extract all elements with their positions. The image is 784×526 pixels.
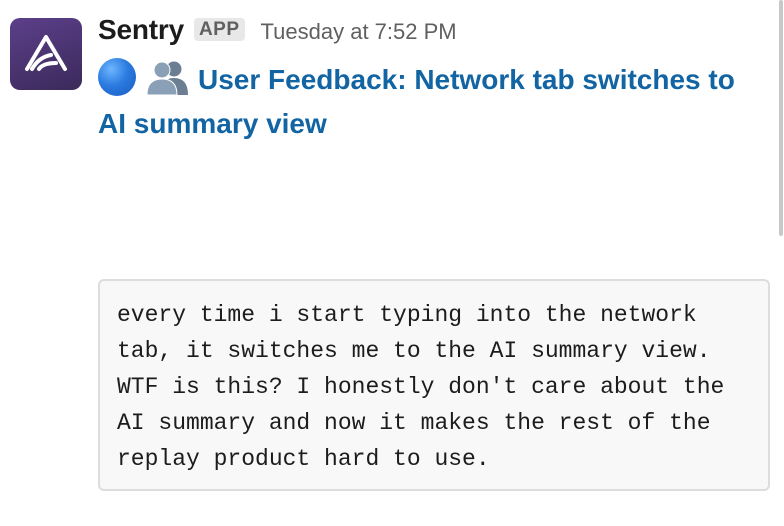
- feedback-title-link[interactable]: User Feedback: Network tab switches to A…: [98, 58, 758, 146]
- scrollbar-thumb[interactable]: [779, 0, 783, 236]
- sentry-logo-icon: [25, 35, 67, 71]
- message-header: Sentry APP Tuesday at 7:52 PM: [98, 14, 772, 54]
- sender-name[interactable]: Sentry: [98, 14, 184, 46]
- message: Sentry APP Tuesday at 7:52 PM User Feedb…: [98, 14, 772, 146]
- sentry-avatar[interactable]: [10, 18, 82, 90]
- feedback-body-code-block: every time i start typing into the netwo…: [98, 279, 770, 491]
- message-timestamp[interactable]: Tuesday at 7:52 PM: [261, 19, 457, 45]
- app-badge: APP: [193, 18, 245, 41]
- feedback-title: User Feedback: Network tab switches to A…: [98, 64, 735, 139]
- people-icon: [146, 59, 190, 95]
- scrollbar[interactable]: [778, 0, 784, 240]
- blue-circle-icon: [98, 58, 136, 96]
